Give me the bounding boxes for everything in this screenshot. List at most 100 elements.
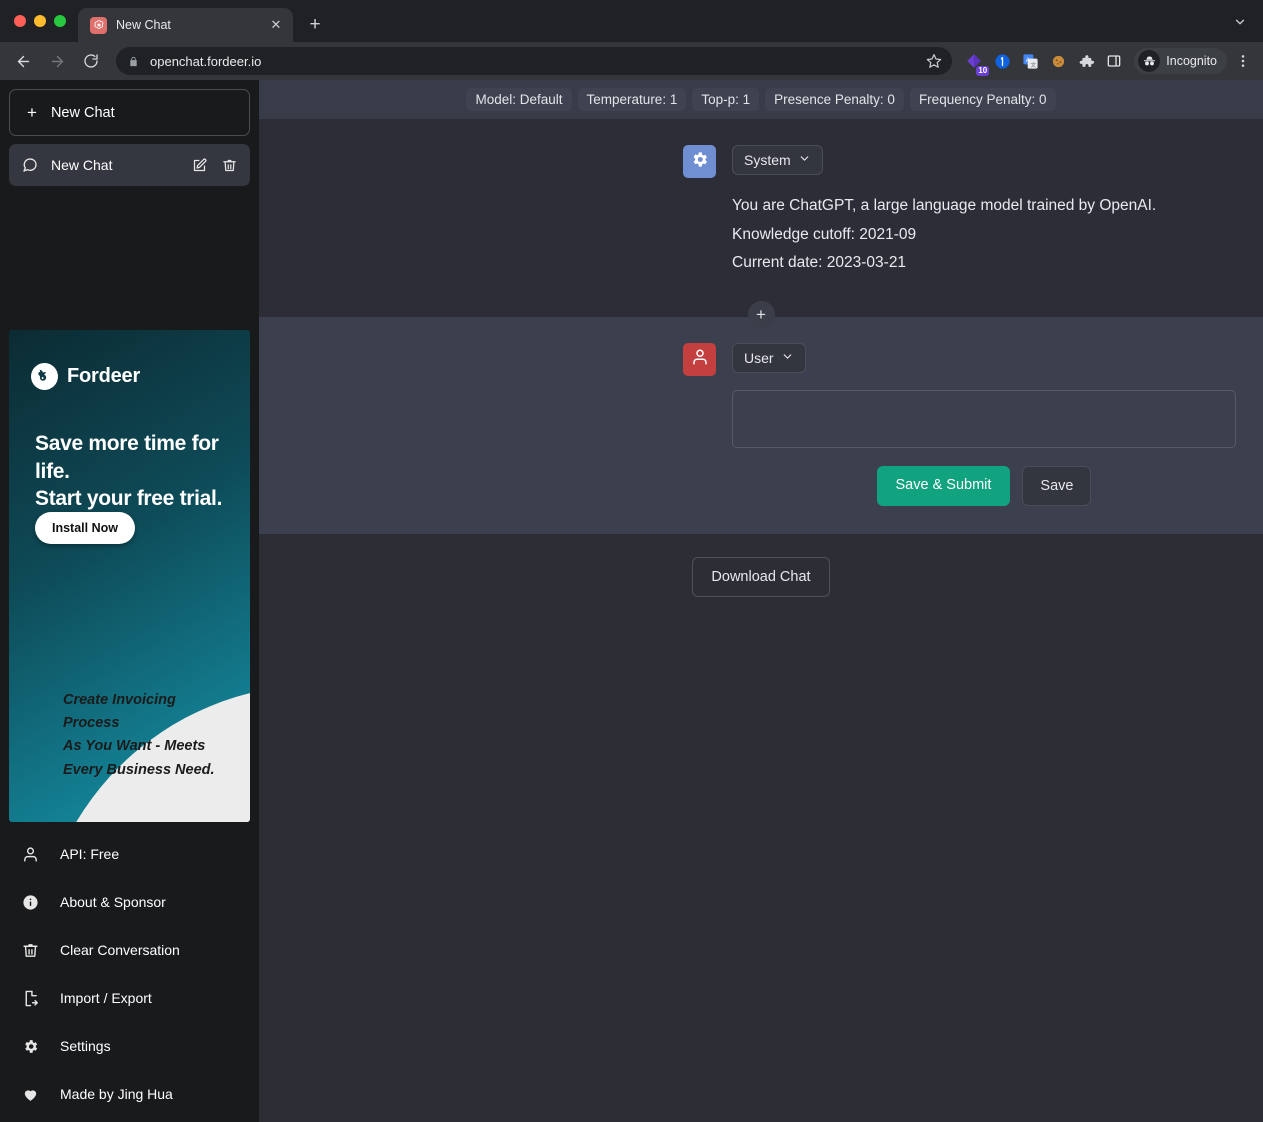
- tab-strip: New Chat ✕ +: [0, 0, 1263, 42]
- lock-icon: [126, 54, 140, 68]
- download-chat-area: Download Chat: [259, 534, 1263, 597]
- sidebar-item-label: Made by Jing Hua: [60, 1086, 173, 1102]
- sidebar-item-import-export[interactable]: Import / Export: [0, 974, 259, 1022]
- message-user: + User Save & Submit Save: [259, 301, 1263, 534]
- role-label: User: [744, 350, 774, 366]
- setting-model[interactable]: Model: Default: [466, 88, 572, 111]
- chat-list-item-title: New Chat: [51, 157, 113, 173]
- sidebar: + New Chat New Chat Fordeer Save more ti…: [0, 80, 259, 1122]
- plus-icon: +: [27, 103, 37, 122]
- sidebar-item-label: About & Sponsor: [60, 894, 166, 910]
- kebab-menu-icon[interactable]: [1231, 49, 1255, 73]
- setting-presence-penalty[interactable]: Presence Penalty: 0: [765, 88, 904, 111]
- side-panel-icon[interactable]: [1102, 49, 1126, 73]
- sidebar-item-label: Settings: [60, 1038, 111, 1054]
- arrow-right-icon: [51, 55, 63, 67]
- puzzle-extensions-icon[interactable]: [1074, 49, 1098, 73]
- cookie-icon[interactable]: [1046, 49, 1070, 73]
- browser-toolbar: openchat.fordeer.io 10 A文 Incognito: [0, 42, 1263, 80]
- setting-temperature[interactable]: Temperature: 1: [577, 88, 687, 111]
- new-tab-button[interactable]: +: [301, 11, 329, 39]
- minimize-window-button[interactable]: [34, 15, 46, 27]
- message-input[interactable]: [732, 390, 1236, 448]
- chevron-down-icon: [781, 350, 794, 366]
- message-system: System You are ChatGPT, a large language…: [259, 119, 1263, 317]
- person-icon: [21, 845, 39, 863]
- info-circle-icon: [21, 893, 39, 911]
- forward-button[interactable]: [42, 46, 72, 76]
- purple-diamond-icon[interactable]: 10: [962, 49, 990, 76]
- address-bar[interactable]: openchat.fordeer.io: [116, 47, 953, 75]
- reload-icon: [84, 54, 98, 68]
- ad-brand-name: Fordeer: [67, 365, 141, 387]
- sidebar-item-clear-conversation[interactable]: Clear Conversation: [0, 926, 259, 974]
- star-icon[interactable]: [926, 53, 942, 69]
- maximize-window-button[interactable]: [54, 15, 66, 27]
- chevron-down-icon: [1235, 19, 1245, 25]
- tab-search-button[interactable]: [1227, 9, 1253, 35]
- new-chat-button[interactable]: + New Chat: [9, 89, 250, 136]
- add-message-button[interactable]: +: [747, 301, 775, 328]
- pencil-icon[interactable]: [191, 157, 208, 174]
- message-actions: Save & Submit Save /: [732, 466, 1236, 506]
- file-export-icon: [21, 989, 39, 1007]
- sidebar-item-about-sponsor[interactable]: About & Sponsor: [0, 878, 259, 926]
- page-content: + New Chat New Chat Fordeer Save more ti…: [0, 80, 1263, 1122]
- tab-title: New Chat: [116, 18, 171, 32]
- ad-headline: Save more time for life. Start your free…: [35, 432, 223, 511]
- plus-icon: +: [756, 304, 766, 324]
- sidebar-item-credits[interactable]: Made by Jing Hua: [0, 1070, 259, 1118]
- fordeer-deer-logo-icon: [31, 363, 58, 390]
- gear-icon: [690, 150, 709, 174]
- role-dropdown-system[interactable]: System: [732, 145, 823, 175]
- person-icon: [691, 348, 709, 371]
- close-window-button[interactable]: [14, 15, 26, 27]
- ad-install-button[interactable]: Install Now: [35, 512, 135, 544]
- sidebar-item-label: API: Free: [60, 846, 120, 862]
- incognito-icon: [1138, 50, 1161, 72]
- role-dropdown-user[interactable]: User: [732, 343, 806, 373]
- new-chat-button-label: New Chat: [50, 104, 115, 121]
- back-button[interactable]: [8, 46, 38, 76]
- add-message-divider: +: [259, 301, 1263, 328]
- google-translate-icon[interactable]: A文: [1018, 49, 1042, 73]
- close-icon[interactable]: ✕: [267, 16, 285, 34]
- sidebar-item-settings[interactable]: Settings: [0, 1022, 259, 1070]
- chat-list-item[interactable]: New Chat: [9, 144, 250, 186]
- message-text-system-content: You are ChatGPT, a large language model …: [732, 197, 1157, 272]
- sidebar-item-label: Import / Export: [60, 990, 152, 1006]
- ad-logo: Fordeer: [31, 363, 140, 390]
- browser-window: New Chat ✕ + openchat.fordeer.io 10 A 文 …: [0, 0, 1263, 1122]
- chat-bubble-icon: [21, 157, 38, 174]
- model-settings-bar: Model: Default Temperature: 1 Top-p: 1 P…: [259, 80, 1263, 119]
- chevron-down-icon: [798, 152, 811, 168]
- save-and-submit-button[interactable]: Save & Submit: [876, 466, 1011, 506]
- ad-subtext: Create Invoicing Process As You Want - M…: [63, 692, 215, 778]
- trash-icon[interactable]: [221, 157, 238, 174]
- browser-tab[interactable]: New Chat ✕: [78, 8, 293, 42]
- extension-badge-count: 10: [976, 66, 990, 76]
- onepassword-icon[interactable]: [990, 49, 1014, 73]
- url-text: openchat.fordeer.io: [150, 53, 262, 69]
- heart-icon: [21, 1085, 39, 1103]
- sidebar-item-label: Clear Conversation: [60, 942, 180, 958]
- openai-logo-icon: [90, 16, 107, 34]
- arrow-left-icon: [17, 55, 29, 67]
- setting-frequency-penalty[interactable]: Frequency Penalty: 0: [909, 88, 1056, 111]
- download-chat-button[interactable]: Download Chat: [692, 557, 830, 597]
- reload-button[interactable]: [76, 46, 106, 76]
- incognito-label: Incognito: [1166, 54, 1217, 68]
- message-text-system[interactable]: You are ChatGPT, a large language model …: [732, 192, 1239, 278]
- incognito-indicator[interactable]: Incognito: [1134, 48, 1227, 74]
- trash-icon: [21, 941, 39, 959]
- sponsor-ad-banner[interactable]: Fordeer Save more time for life. Start y…: [9, 330, 250, 822]
- avatar: [683, 145, 716, 178]
- sidebar-item-api[interactable]: API: Free: [0, 830, 259, 878]
- sidebar-menu: API: Free About & Sponsor Clear Conversa…: [0, 822, 259, 1122]
- role-label: System: [744, 152, 791, 168]
- save-button[interactable]: Save: [1022, 466, 1092, 506]
- setting-top-p[interactable]: Top-p: 1: [692, 88, 760, 111]
- gear-icon: [21, 1037, 39, 1055]
- avatar: [683, 343, 716, 376]
